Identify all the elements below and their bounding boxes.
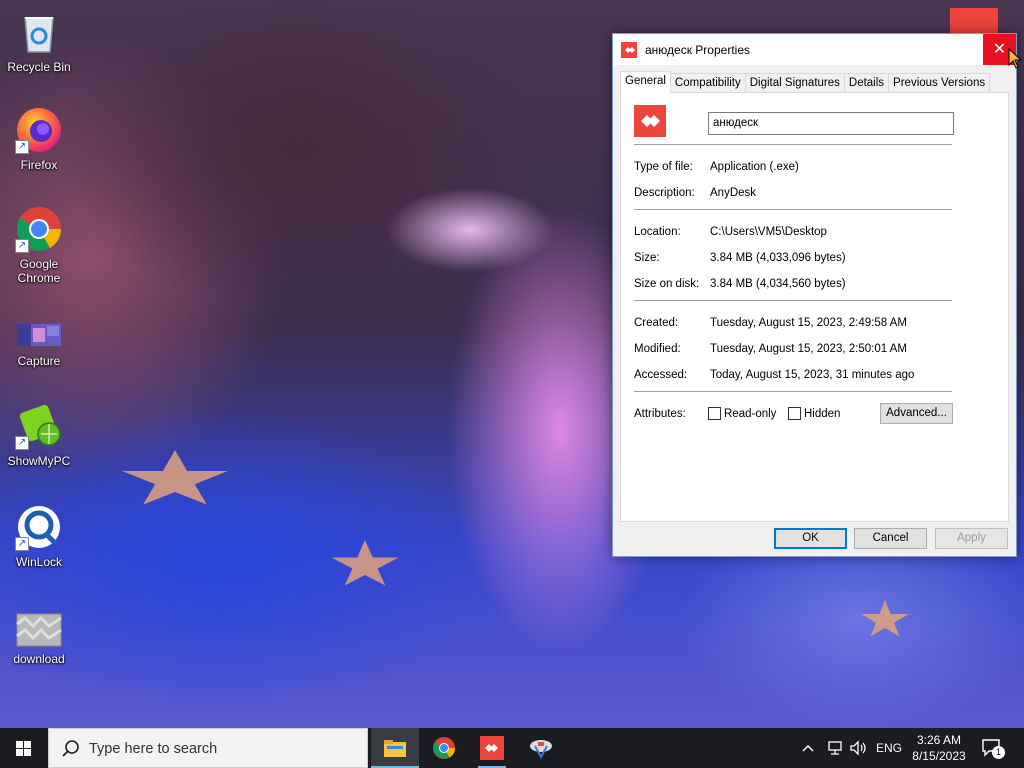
- hidden-label: Hidden: [804, 407, 841, 420]
- desktop-icon-download[interactable]: download: [1, 612, 77, 666]
- description-label: Description:: [634, 187, 695, 199]
- tab-digital-signatures[interactable]: Digital Signatures: [744, 73, 845, 93]
- tab-details[interactable]: Details: [843, 73, 890, 93]
- tab-general[interactable]: General: [620, 71, 671, 93]
- desktop-icon-label: Capture: [17, 354, 61, 368]
- dialog-titlebar[interactable]: анюдеск Properties ✕: [613, 34, 1016, 65]
- tab-previous-versions[interactable]: Previous Versions: [888, 73, 991, 93]
- size-on-disk-value: 3.84 MB (4,034,560 bytes): [710, 278, 846, 290]
- start-button[interactable]: [0, 728, 48, 768]
- network-icon[interactable]: [826, 739, 844, 757]
- accessed-label: Accessed:: [634, 369, 688, 381]
- desktop-icon-label: Google Chrome: [17, 257, 61, 285]
- readonly-checkbox[interactable]: Read-only: [708, 407, 776, 420]
- dialog-title: анюдеск Properties: [645, 42, 750, 57]
- image-file-icon: [15, 612, 63, 648]
- created-value: Tuesday, August 15, 2023, 2:49:58 AM: [710, 317, 907, 329]
- mouse-cursor: [1008, 47, 1023, 70]
- separator: [634, 209, 952, 210]
- file-name-input[interactable]: анюдеск: [708, 112, 954, 135]
- close-icon: ✕: [992, 41, 1007, 58]
- shortcut-arrow-icon: ↗: [15, 239, 29, 253]
- wallpaper-star: [331, 540, 399, 586]
- taskbar-capture[interactable]: [517, 728, 565, 768]
- apply-button[interactable]: Apply: [935, 528, 1008, 549]
- chevron-up-icon[interactable]: [800, 740, 816, 756]
- firefox-icon: ↗: [15, 106, 63, 154]
- volume-icon[interactable]: [849, 739, 869, 757]
- modified-label: Modified:: [634, 343, 681, 355]
- ok-button[interactable]: OK: [774, 528, 847, 549]
- search-icon: [61, 739, 81, 759]
- created-label: Created:: [634, 317, 679, 329]
- desktop-icon-recycle-bin[interactable]: Recycle Bin: [1, 8, 77, 74]
- capture-icon: [15, 318, 63, 350]
- taskbar: Type here to search ENG 3:26 AM 8/15/202…: [0, 728, 1024, 768]
- action-center-button[interactable]: 1: [980, 736, 1005, 760]
- desktop-icon-label: ShowMyPC: [7, 454, 71, 468]
- desktop-icon-label: download: [13, 652, 65, 666]
- desktop-icon-firefox[interactable]: ↗ Firefox: [1, 106, 77, 172]
- winlock-icon: ↗: [15, 503, 63, 551]
- modified-value: Tuesday, August 15, 2023, 2:50:01 AM: [710, 343, 907, 355]
- wallpaper-star: [122, 450, 228, 505]
- desktop-icon-winlock[interactable]: ↗ WinLock: [1, 503, 77, 569]
- desktop-icon-label: Recycle Bin: [7, 60, 71, 74]
- separator: [634, 144, 952, 145]
- advanced-button[interactable]: Advanced...: [880, 403, 953, 424]
- hidden-checkbox[interactable]: Hidden: [788, 407, 840, 420]
- file-explorer-icon: [384, 740, 406, 757]
- taskbar-chrome[interactable]: [420, 728, 468, 768]
- general-tab-panel: анюдеск Type of file: Application (.exe)…: [620, 92, 1009, 522]
- location-value: C:\Users\VM5\Desktop: [710, 226, 827, 238]
- clock-date: 8/15/2023: [912, 749, 966, 763]
- desktop-icon-google-chrome[interactable]: ↗ Google Chrome: [1, 205, 77, 285]
- chrome-icon: [433, 737, 455, 759]
- separator: [634, 391, 952, 392]
- desktop-icon-showmypc[interactable]: ↗ ShowMyPC: [1, 402, 77, 468]
- taskbar-search-box[interactable]: Type here to search: [48, 728, 368, 768]
- language-indicator[interactable]: ENG: [876, 741, 902, 755]
- showmypc-icon: ↗: [15, 402, 63, 450]
- search-placeholder: Type here to search: [89, 741, 218, 757]
- desktop-icon-label: Firefox: [20, 158, 58, 172]
- notification-count-badge: 1: [992, 746, 1005, 759]
- description-value: AnyDesk: [710, 187, 757, 199]
- attributes-label: Attributes:: [634, 408, 686, 420]
- desktop-icon-capture[interactable]: Capture: [1, 318, 77, 368]
- wallpaper-star: [861, 600, 909, 637]
- accessed-value: Today, August 15, 2023, 31 minutes ago: [710, 369, 915, 381]
- size-on-disk-label: Size on disk:: [634, 278, 700, 290]
- size-value: 3.84 MB (4,033,096 bytes): [710, 252, 846, 264]
- cancel-button[interactable]: Cancel: [854, 528, 927, 549]
- clock-time: 3:26 AM: [916, 733, 962, 747]
- shortcut-arrow-icon: ↗: [15, 436, 29, 450]
- windows-logo-icon: [16, 741, 32, 756]
- readonly-label: Read-only: [724, 407, 777, 420]
- desktop-icon-label: WinLock: [15, 555, 62, 569]
- checkbox-box[interactable]: [708, 407, 721, 420]
- recycle-bin-icon: [15, 8, 63, 56]
- anydesk-icon: [480, 736, 504, 760]
- anydesk-icon: [621, 41, 637, 58]
- anydesk-icon: [634, 105, 666, 137]
- type-of-file-value: Application (.exe): [710, 161, 799, 173]
- properties-dialog: анюдеск Properties ✕ General Compatibili…: [612, 33, 1017, 557]
- taskbar-anydesk[interactable]: [468, 728, 516, 768]
- tab-compatibility[interactable]: Compatibility: [669, 73, 746, 93]
- separator: [634, 300, 952, 301]
- taskbar-clock[interactable]: 3:26 AM 8/15/2023: [906, 732, 972, 764]
- checkbox-box[interactable]: [788, 407, 801, 420]
- tab-strip: General Compatibility Digital Signatures…: [620, 71, 991, 93]
- shortcut-arrow-icon: ↗: [15, 537, 29, 551]
- size-label: Size:: [634, 252, 660, 264]
- taskbar-file-explorer[interactable]: [371, 728, 419, 768]
- location-label: Location:: [634, 226, 681, 238]
- shortcut-arrow-icon: ↗: [15, 140, 29, 154]
- capture-icon: [530, 740, 552, 759]
- chrome-icon: ↗: [15, 205, 63, 253]
- type-of-file-label: Type of file:: [634, 161, 693, 173]
